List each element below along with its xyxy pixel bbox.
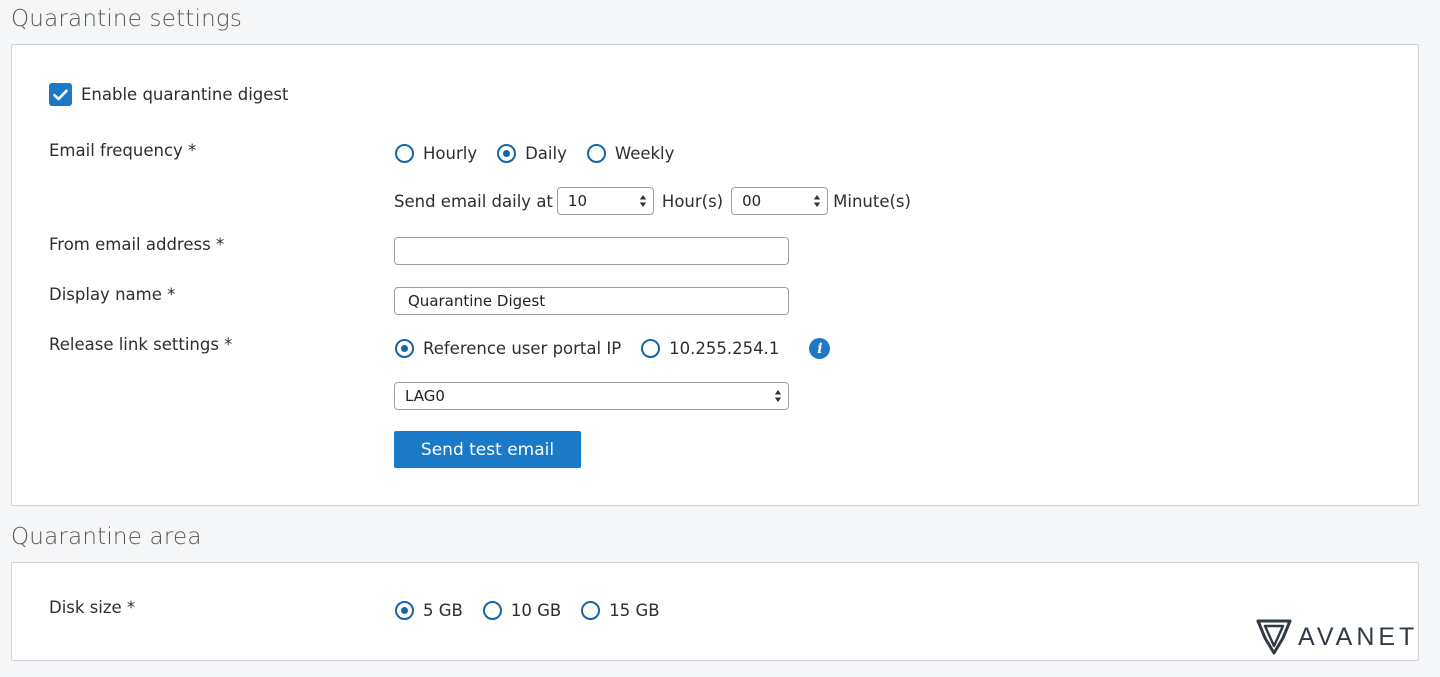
radio-ip-address[interactable]: 10.255.254.1 [641,339,779,358]
section-title-quarantine-area: Quarantine area [11,524,202,550]
release-link-radio-group: Reference user portal IP 10.255.254.1 i [395,338,831,359]
enable-digest-label: Enable quarantine digest [81,85,289,104]
up-down-arrows-icon [813,195,821,207]
minute-unit-label: Minute(s) [833,191,911,211]
radio-disk-15gb[interactable]: 15 GB [581,601,660,620]
email-frequency-radio-group: Hourly Daily Weekly [395,144,694,163]
radio-disk-15gb-label: 15 GB [609,601,660,620]
radio-disk-5gb-label: 5 GB [423,601,463,620]
enable-digest-checkbox[interactable] [49,83,72,106]
display-name-input[interactable]: Quarantine Digest [394,287,789,315]
radio-disk-15gb-dot[interactable] [581,601,601,620]
radio-hourly-dot[interactable] [395,144,414,163]
interface-select[interactable]: LAG0 [394,382,789,410]
enable-digest-row: Enable quarantine digest [49,83,289,106]
checkmark-icon [53,89,68,100]
radio-reference-portal-ip-dot[interactable] [395,339,414,358]
email-frequency-label: Email frequency * [49,141,197,160]
display-name-label: Display name * [49,285,176,304]
radio-reference-portal-ip-label: Reference user portal IP [423,339,622,358]
send-daily-row: Send email daily at 10 Hour(s) 00 Minute… [394,187,911,215]
up-down-arrows-icon [774,390,782,402]
up-down-arrows-icon [639,195,647,207]
send-test-email-button[interactable]: Send test email [394,431,581,468]
radio-daily[interactable]: Daily [497,144,567,163]
radio-daily-dot[interactable] [497,144,517,163]
radio-weekly-dot[interactable] [586,144,606,163]
release-link-label: Release link settings * [49,335,233,354]
avanet-shield-icon [1256,619,1292,655]
avanet-logo: AVANET [1256,618,1418,656]
radio-disk-5gb-dot[interactable] [395,601,414,620]
radio-reference-portal-ip[interactable]: Reference user portal IP [395,339,621,358]
section-title-quarantine-settings: Quarantine settings [11,6,243,32]
radio-hourly-label: Hourly [423,144,478,163]
radio-disk-10gb-label: 10 GB [510,601,562,620]
quarantine-area-panel: Disk size * 5 GB 10 GB 15 GB [11,562,1419,661]
minute-select[interactable]: 00 [731,187,829,215]
quarantine-settings-panel: Enable quarantine digest Email frequency… [11,44,1419,506]
hour-select-value: 10 [567,192,587,210]
from-email-input[interactable] [394,237,789,265]
radio-daily-label: Daily [525,144,567,163]
radio-disk-10gb-dot[interactable] [482,601,502,620]
radio-weekly[interactable]: Weekly [586,144,675,163]
radio-ip-address-dot[interactable] [641,339,661,358]
radio-disk-5gb[interactable]: 5 GB [395,601,463,620]
hour-select[interactable]: 10 [556,187,654,215]
hour-unit-label: Hour(s) [661,191,724,211]
from-email-label: From email address * [49,235,225,254]
info-icon[interactable]: i [809,338,831,359]
radio-ip-address-label: 10.255.254.1 [669,339,780,358]
disk-size-label: Disk size * [49,598,136,617]
radio-weekly-label: Weekly [614,144,675,163]
avanet-logo-text: AVANET [1298,622,1419,651]
radio-hourly[interactable]: Hourly [395,144,477,163]
interface-select-value: LAG0 [405,387,445,405]
disk-size-radio-group: 5 GB 10 GB 15 GB [395,601,680,620]
minute-select-value: 00 [742,192,762,210]
send-daily-label: Send email daily at [394,191,553,211]
radio-disk-10gb[interactable]: 10 GB [482,601,562,620]
